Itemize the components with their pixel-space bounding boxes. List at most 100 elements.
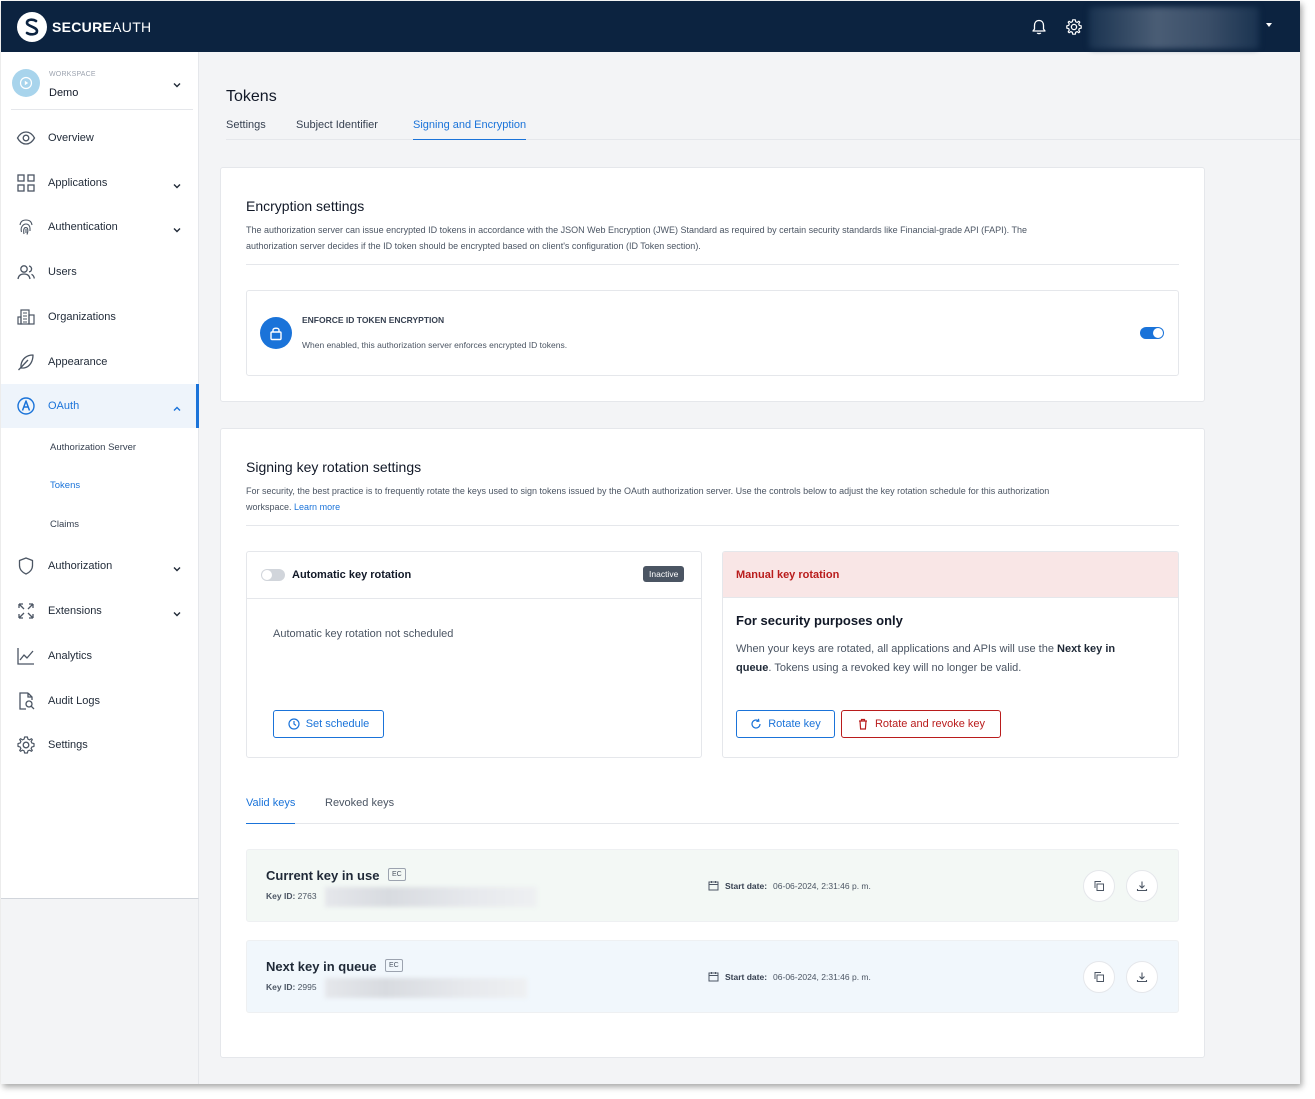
key-type-badge: EC (385, 959, 403, 972)
eye-icon (16, 128, 36, 148)
copy-icon (1094, 972, 1104, 982)
sidebar-item-oauth[interactable]: OAuth (1, 384, 199, 428)
download-icon (1136, 972, 1148, 983)
trash-icon (858, 718, 867, 730)
enforce-id-token-encryption-box: ENFORCE ID TOKEN ENCRYPTION When enabled… (246, 290, 1179, 376)
chevron-up-icon (172, 401, 182, 419)
manual-key-rotation-title: Manual key rotation (736, 569, 840, 581)
sidebar-item-label: OAuth (48, 400, 80, 412)
calendar-icon (708, 881, 719, 891)
users-icon (16, 262, 36, 282)
key-title: Current key in use (266, 868, 380, 883)
enforce-encryption-title: ENFORCE ID TOKEN ENCRYPTION (302, 315, 445, 325)
automatic-key-rotation-panel: Automatic key rotation Inactive Automati… (246, 551, 702, 758)
sidebar-item-extensions[interactable]: Extensions (1, 589, 199, 633)
sidebar-item-label: Audit Logs (48, 695, 100, 707)
workspace-switcher[interactable]: WORKSPACE Demo (11, 68, 193, 110)
sidebar-item-users[interactable]: Users (1, 250, 199, 294)
page-tabs: Settings Subject Identifier Signing and … (226, 119, 1300, 140)
lock-icon (260, 317, 292, 349)
sidebar-item-label: Appearance (48, 356, 108, 368)
sidebar-item-label: Overview (48, 132, 94, 144)
sidebar-item-applications[interactable]: Applications (1, 161, 199, 205)
automatic-key-rotation-toggle[interactable] (261, 569, 285, 581)
gear-icon (16, 735, 36, 755)
manual-key-rotation-heading: For security purposes only (736, 613, 903, 628)
sidebar-item-audit-logs[interactable]: Audit Logs (1, 679, 199, 723)
brand-name: SECUREAUTH (52, 19, 152, 35)
divider (246, 525, 1179, 526)
download-icon (1136, 881, 1148, 892)
workspace-avatar (12, 69, 40, 97)
feather-icon (16, 352, 36, 372)
encryption-settings-description: The authorization server can issue encry… (246, 225, 1028, 251)
tab-settings[interactable]: Settings (226, 119, 266, 140)
manual-key-rotation-panel: Manual key rotation For security purpose… (722, 551, 1179, 758)
key-row-next: Next key in queue EC Key ID: 2995 Start … (246, 940, 1179, 1013)
clock-icon (288, 718, 300, 730)
learn-more-link[interactable]: Learn more (294, 502, 340, 512)
enforce-encryption-toggle[interactable] (1140, 327, 1164, 339)
key-id-redacted (325, 978, 527, 998)
sidebar-subitem-tokens[interactable]: Tokens (50, 480, 80, 491)
key-type-badge: EC (388, 868, 406, 881)
expand-arrows-icon (16, 601, 36, 621)
signing-key-rotation-title: Signing key rotation settings (246, 459, 422, 475)
chevron-down-icon (172, 561, 182, 579)
rotate-key-button[interactable]: Rotate key (736, 710, 835, 738)
copy-key-button[interactable] (1083, 870, 1115, 902)
encryption-settings-title: Encryption settings (246, 198, 365, 214)
sidebar-item-settings[interactable]: Settings (1, 723, 199, 767)
sidebar-item-authorization[interactable]: Authorization (1, 544, 199, 588)
sidebar: WORKSPACE Demo Overview Applications Aut… (1, 52, 199, 898)
calendar-icon (708, 972, 719, 982)
document-search-icon (16, 691, 36, 711)
line-chart-icon (16, 646, 36, 666)
manual-key-rotation-text: When your keys are rotated, all applicat… (736, 643, 1116, 674)
tab-valid-keys[interactable]: Valid keys (246, 797, 296, 824)
rotate-and-revoke-key-button[interactable]: Rotate and revoke key (841, 710, 1001, 738)
sidebar-subitem-authorization-server[interactable]: Authorization Server (50, 442, 136, 453)
oauth-icon (16, 396, 36, 416)
sidebar-footer-area (1, 898, 199, 1084)
automatic-key-rotation-status: Automatic key rotation not scheduled (273, 628, 454, 640)
chevron-down-icon (172, 178, 182, 196)
sidebar-item-analytics[interactable]: Analytics (1, 634, 199, 678)
signing-key-rotation-description: For security, the best practice is to fr… (246, 486, 1050, 512)
shield-icon (16, 556, 36, 576)
refresh-icon (751, 718, 761, 729)
bell-icon[interactable] (1030, 18, 1048, 36)
download-key-button[interactable] (1126, 870, 1158, 902)
gear-icon[interactable] (1065, 18, 1083, 36)
sidebar-subitem-claims[interactable]: Claims (50, 519, 79, 530)
tab-subject-identifier[interactable]: Subject Identifier (296, 119, 378, 140)
secureauth-logo-icon (17, 12, 47, 42)
download-key-button[interactable] (1126, 961, 1158, 993)
app-window: SECUREAUTH WORKSPACE Demo Overview Appli… (1, 1, 1300, 1084)
grid-icon (16, 173, 36, 193)
copy-key-button[interactable] (1083, 961, 1115, 993)
tab-signing-and-encryption[interactable]: Signing and Encryption (413, 119, 527, 140)
sidebar-item-label: Applications (48, 177, 108, 189)
sidebar-item-overview[interactable]: Overview (1, 116, 199, 160)
sidebar-item-label: Users (48, 266, 77, 278)
tab-revoked-keys[interactable]: Revoked keys (325, 797, 394, 809)
brand-logo[interactable]: SECUREAUTH (17, 12, 151, 42)
set-schedule-button[interactable]: Set schedule (273, 710, 384, 738)
key-id: Key ID: 2995 (266, 982, 317, 992)
sidebar-item-label: Settings (48, 739, 88, 751)
key-id: Key ID: 2763 (266, 891, 317, 901)
sidebar-item-organizations[interactable]: Organizations (1, 295, 199, 339)
caret-down-icon[interactable] (1266, 23, 1272, 27)
key-start-date: Start date: 06-06-2024, 2:31:46 p. m. (708, 880, 871, 891)
sidebar-item-label: Authorization (48, 560, 113, 572)
key-start-date: Start date: 06-06-2024, 2:31:46 p. m. (708, 971, 871, 982)
sidebar-item-label: Organizations (48, 311, 116, 323)
sidebar-item-appearance[interactable]: Appearance (1, 340, 199, 384)
chevron-down-icon (172, 606, 182, 624)
status-badge: Inactive (643, 566, 685, 582)
sidebar-item-authentication[interactable]: Authentication (1, 205, 199, 249)
copy-icon (1094, 881, 1104, 891)
user-menu-redacted[interactable] (1089, 7, 1259, 49)
fingerprint-icon (16, 217, 36, 237)
